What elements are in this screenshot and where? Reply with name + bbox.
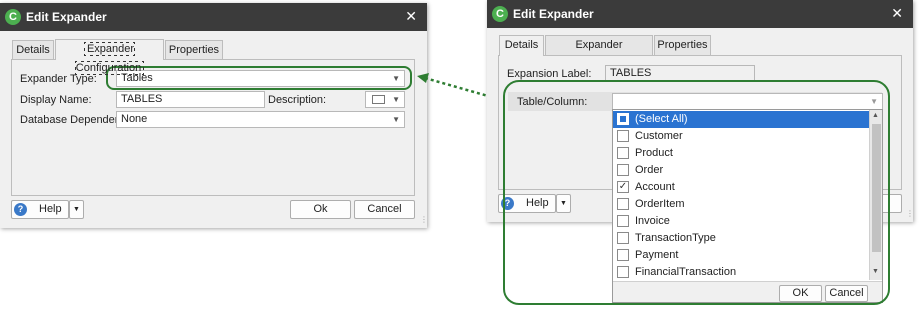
- arrowhead-left: [417, 73, 429, 83]
- tab-details[interactable]: Details: [499, 35, 544, 56]
- resize-grip-icon[interactable]: ⋮: [906, 210, 914, 218]
- dialog-title: Edit Expander: [26, 10, 107, 24]
- checkbox[interactable]: [617, 249, 629, 261]
- list-item[interactable]: Payment: [613, 247, 869, 264]
- ok-button[interactable]: Ok: [290, 200, 351, 219]
- resize-grip-icon[interactable]: ⋮: [420, 216, 428, 224]
- chevron-down-icon: ▼: [73, 206, 80, 213]
- app-logo-icon: C: [492, 6, 508, 22]
- scroll-up-icon[interactable]: ▲: [872, 112, 879, 119]
- checkbox[interactable]: [617, 215, 629, 227]
- description-label: Description:: [268, 94, 327, 106]
- chevron-down-icon: ▼: [392, 95, 400, 104]
- tab-expander-configuration[interactable]: Expander Configuration: [545, 35, 653, 70]
- list-item[interactable]: TransactionType: [613, 230, 869, 247]
- list-item[interactable]: Invoice: [613, 213, 869, 230]
- help-dropdown-button[interactable]: ▼: [69, 200, 84, 219]
- chevron-down-icon: ▼: [392, 115, 400, 124]
- checkbox[interactable]: [617, 113, 629, 125]
- tab-properties[interactable]: Properties: [165, 40, 223, 60]
- list-item[interactable]: Customer: [613, 128, 869, 145]
- help-icon: ?: [14, 203, 27, 216]
- help-icon: ?: [501, 197, 514, 210]
- tab-details[interactable]: Details: [12, 40, 54, 60]
- dropdown-items: (Select All) Customer Product Order ✓ Ac…: [613, 110, 869, 282]
- title-bar: C Edit Expander ✕: [487, 0, 913, 28]
- table-column-label: Table/Column:: [517, 96, 588, 108]
- list-item[interactable]: Product: [613, 145, 869, 162]
- close-icon[interactable]: ✕: [405, 8, 417, 25]
- list-item[interactable]: OrderItem: [613, 196, 869, 213]
- app-logo-icon: C: [5, 9, 21, 25]
- dropdown-cancel-button[interactable]: Cancel: [825, 285, 868, 302]
- list-item[interactable]: ✓ Account: [613, 179, 869, 196]
- document-icon: [372, 95, 385, 104]
- description-editor-button[interactable]: ▼: [365, 91, 405, 108]
- list-item[interactable]: FinancialTransaction: [613, 264, 869, 281]
- checkbox[interactable]: [617, 147, 629, 159]
- database-dependent-label: Database Dependent:: [20, 114, 128, 126]
- checkbox[interactable]: [617, 130, 629, 142]
- expansion-label-field[interactable]: TABLES: [605, 65, 755, 82]
- table-column-select[interactable]: ▼: [612, 93, 883, 110]
- dropdown-ok-button[interactable]: OK: [779, 285, 822, 302]
- title-bar: C Edit Expander ✕: [0, 3, 427, 31]
- list-item[interactable]: Order: [613, 162, 869, 179]
- display-name-label: Display Name:: [20, 94, 92, 106]
- database-dependent-select[interactable]: None ▼: [116, 111, 405, 128]
- display-name-field[interactable]: TABLES: [116, 91, 265, 108]
- checkbox[interactable]: [617, 198, 629, 210]
- close-icon[interactable]: ✕: [891, 5, 903, 22]
- dropdown-scrollbar[interactable]: ▲ ▼: [869, 110, 882, 280]
- checkbox[interactable]: [617, 164, 629, 176]
- connector-line: [424, 76, 496, 100]
- tab-properties[interactable]: Properties: [654, 35, 711, 55]
- tab-expander-configuration[interactable]: Expander Configuration: [55, 39, 164, 75]
- checkbox-checked[interactable]: ✓: [617, 181, 629, 193]
- chevron-down-icon: ▼: [392, 74, 400, 83]
- chevron-down-icon: ▼: [560, 200, 567, 207]
- table-column-dropdown: (Select All) Customer Product Order ✓ Ac…: [612, 109, 883, 303]
- chevron-down-icon: ▼: [870, 97, 878, 106]
- expansion-label-label: Expansion Label:: [507, 68, 592, 80]
- help-dropdown-button[interactable]: ▼: [556, 194, 571, 213]
- edit-expander-dialog-left: C Edit Expander ✕ Details Expander Confi…: [0, 3, 428, 228]
- help-button[interactable]: ? Help: [11, 200, 69, 219]
- cancel-button[interactable]: Cancel: [354, 200, 415, 219]
- scrollbar-thumb[interactable]: [872, 124, 881, 252]
- checkbox[interactable]: [617, 232, 629, 244]
- checkbox[interactable]: [617, 266, 629, 278]
- scroll-down-icon[interactable]: ▼: [872, 268, 879, 275]
- expander-type-select[interactable]: Tables ▼: [116, 70, 405, 87]
- help-button[interactable]: ? Help: [498, 194, 556, 213]
- list-item[interactable]: (Select All): [613, 111, 869, 128]
- dialog-title: Edit Expander: [513, 7, 594, 21]
